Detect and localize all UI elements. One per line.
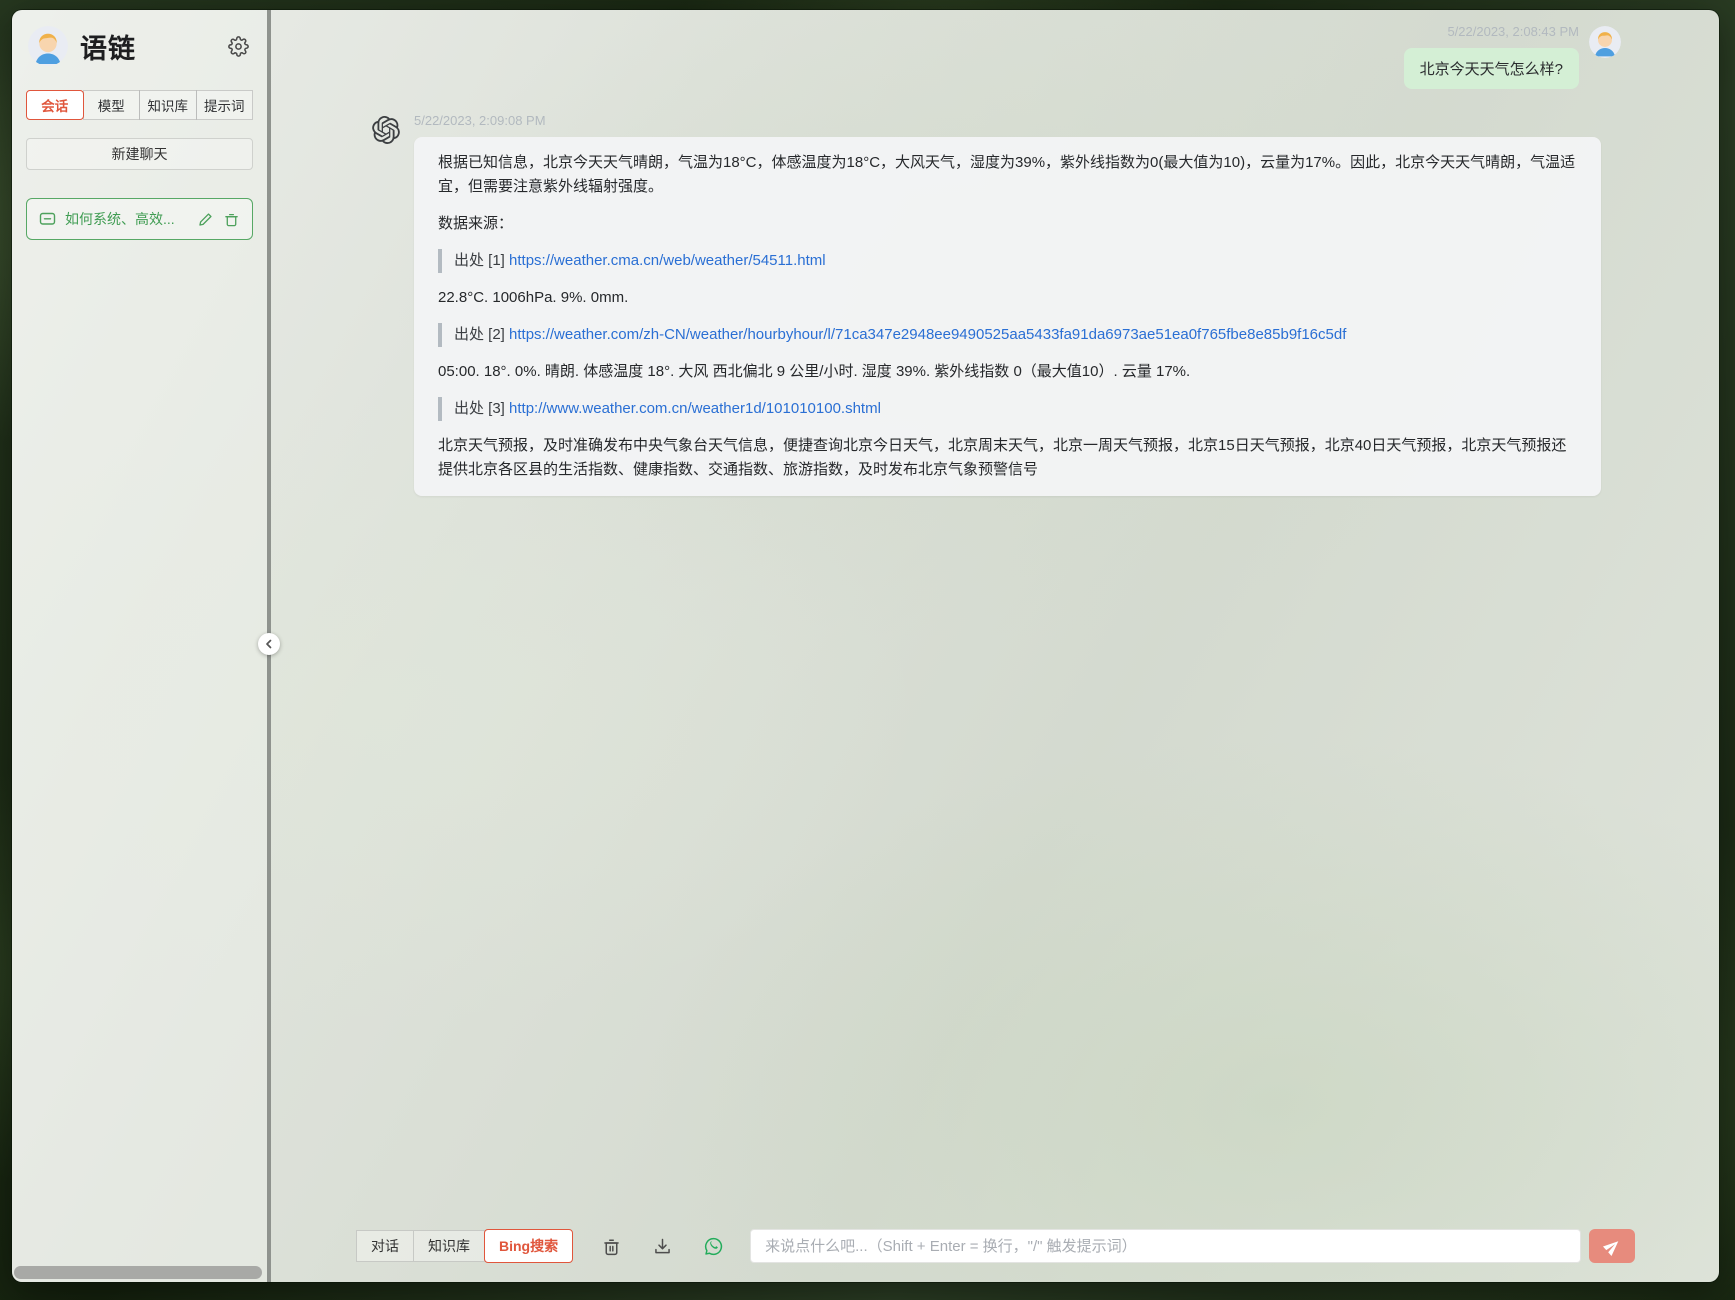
conversation-title: 如何系统、高效... bbox=[65, 211, 175, 227]
app-window: 语链 会话 模型 知识库 提示词 新建聊天 如何系统、高效... 5/22/20… bbox=[12, 10, 1719, 1282]
composer: 对话 知识库 Bing搜索 bbox=[356, 1229, 1635, 1263]
edit-conversation-button[interactable] bbox=[197, 211, 214, 228]
source-label: 出处 [2] bbox=[454, 326, 505, 343]
source-snippet: 北京天气预报，及时准确发布中央气象台天气信息，便捷查询北京今日天气，北京周末天气… bbox=[438, 437, 1567, 478]
mode-bing-search-button[interactable]: Bing搜索 bbox=[484, 1229, 574, 1263]
mode-chat-button[interactable]: 对话 bbox=[356, 1230, 414, 1262]
source-link[interactable]: http://www.weather.com.cn/weather1d/1010… bbox=[509, 400, 881, 417]
share-whatsapp-button[interactable] bbox=[701, 1234, 726, 1259]
chat-area: 5/22/2023, 2:08:43 PM 北京今天天气怎么样? 5/22/20… bbox=[271, 10, 1719, 1282]
new-chat-button[interactable]: 新建聊天 bbox=[26, 138, 253, 170]
source-snippet: 22.8°C. 1006hPa. 9%. 0mm. bbox=[438, 289, 629, 306]
openai-logo-icon bbox=[372, 116, 400, 145]
conversation-list-item[interactable]: 如何系统、高效... bbox=[26, 198, 253, 240]
assistant-paragraph: 根据已知信息，北京今天天气晴朗，气温为18°C，体感温度为18°C，大风天气，湿… bbox=[438, 154, 1576, 195]
assistant-message-timestamp: 5/22/2023, 2:09:08 PM bbox=[414, 113, 546, 128]
desktop-background: 语链 会话 模型 知识库 提示词 新建聊天 如何系统、高效... 5/22/20… bbox=[0, 0, 1735, 1300]
tab-models[interactable]: 模型 bbox=[82, 90, 140, 120]
app-title: 语链 bbox=[80, 33, 136, 64]
user-avatar bbox=[28, 26, 68, 66]
source-link[interactable]: https://weather.com/zh-CN/weather/hourby… bbox=[509, 326, 1346, 343]
sidebar-horizontal-scrollbar[interactable] bbox=[14, 1266, 262, 1279]
sidebar-tabs: 会话 模型 知识库 提示词 bbox=[26, 90, 253, 120]
user-message: 5/22/2023, 2:08:43 PM 北京今天天气怎么样? bbox=[1403, 24, 1621, 89]
send-button[interactable] bbox=[1589, 1229, 1635, 1263]
source-citation: 出处 [1] https://weather.cma.cn/web/weathe… bbox=[438, 249, 1577, 273]
sources-label: 数据来源： bbox=[438, 215, 514, 232]
sidebar-divider bbox=[258, 10, 280, 1282]
source-citation: 出处 [2] https://weather.com/zh-CN/weather… bbox=[438, 323, 1577, 347]
send-icon bbox=[1600, 1234, 1624, 1258]
source-link[interactable]: https://weather.cma.cn/web/weather/54511… bbox=[509, 252, 826, 269]
sidebar: 语链 会话 模型 知识库 提示词 新建聊天 如何系统、高效... bbox=[12, 10, 267, 1282]
gear-icon bbox=[228, 35, 249, 57]
source-citation: 出处 [3] http://www.weather.com.cn/weather… bbox=[438, 397, 1577, 421]
delete-conversation-button[interactable] bbox=[223, 211, 240, 228]
mode-knowledge-base-button[interactable]: 知识库 bbox=[413, 1230, 485, 1262]
trash-icon bbox=[601, 1236, 622, 1257]
export-chat-button[interactable] bbox=[650, 1234, 675, 1259]
user-avatar bbox=[1589, 26, 1621, 58]
source-snippet: 05:00. 18°. 0%. 晴朗. 体感温度 18°. 大风 西北偏北 9 … bbox=[438, 363, 1191, 380]
source-label: 出处 [1] bbox=[454, 252, 505, 269]
user-message-timestamp: 5/22/2023, 2:08:43 PM bbox=[1447, 24, 1579, 39]
chevron-left-icon bbox=[264, 639, 274, 649]
tab-prompts[interactable]: 提示词 bbox=[195, 90, 253, 120]
sidebar-header: 语链 bbox=[28, 26, 251, 66]
user-message-bubble: 北京今天天气怎么样? bbox=[1403, 48, 1579, 89]
message-input[interactable] bbox=[750, 1229, 1581, 1263]
clear-chat-button[interactable] bbox=[599, 1234, 624, 1259]
settings-button[interactable] bbox=[226, 34, 251, 59]
assistant-message-bubble: 根据已知信息，北京今天天气晴朗，气温为18°C，体感温度为18°C，大风天气，湿… bbox=[414, 137, 1601, 496]
tab-conversations[interactable]: 会话 bbox=[26, 90, 84, 120]
collapse-sidebar-button[interactable] bbox=[258, 633, 280, 655]
tab-knowledge-base[interactable]: 知识库 bbox=[139, 90, 197, 120]
assistant-message: 5/22/2023, 2:09:08 PM 根据已知信息，北京今天天气晴朗，气温… bbox=[372, 112, 1601, 496]
trash-icon bbox=[224, 212, 239, 227]
pencil-icon bbox=[198, 212, 213, 227]
download-icon bbox=[652, 1236, 673, 1257]
source-label: 出处 [3] bbox=[454, 400, 505, 417]
chat-bubble-icon bbox=[39, 211, 56, 228]
whatsapp-icon bbox=[703, 1236, 724, 1257]
